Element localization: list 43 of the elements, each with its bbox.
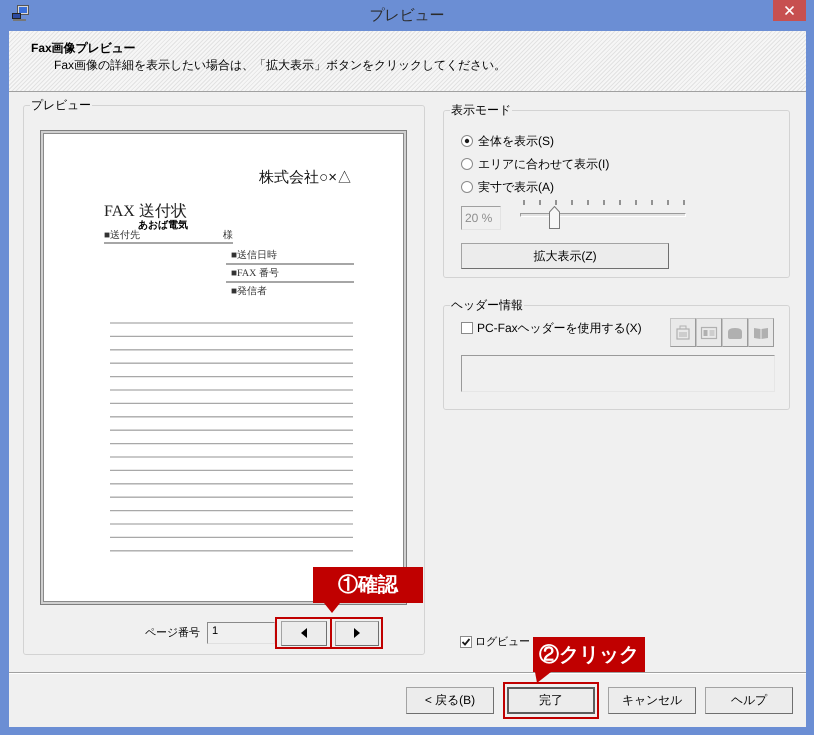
close-icon [785, 6, 794, 15]
header-title: Fax画像プレビュー [31, 40, 136, 56]
previous-page-button[interactable] [280, 620, 326, 646]
dialog-button[interactable]: 完了 [507, 686, 595, 714]
field-label: ■発信者 [231, 287, 268, 297]
slider-thumb[interactable] [548, 206, 560, 229]
document-title: FAX 送付状 [104, 203, 187, 220]
dialog-button[interactable]: < 戻る(B) [406, 686, 494, 714]
caret-left-icon [300, 628, 306, 638]
dialog-button[interactable]: ヘルプ [705, 686, 793, 714]
header-text-field[interactable] [461, 355, 775, 392]
toolbar-button[interactable] [696, 318, 722, 347]
company-name: 株式会社○×△ [259, 170, 352, 186]
slider-track[interactable] [520, 206, 686, 230]
group-label: 表示モード [450, 102, 512, 118]
field-label: ■FAX 番号 [231, 269, 279, 279]
field-label: ■送付先 [104, 231, 140, 241]
zoom-in-button[interactable]: 拡大表示(Z) [461, 243, 669, 269]
radio-option[interactable]: 全体を表示(S) [461, 129, 554, 152]
callout-pointer-icon [324, 603, 340, 613]
group-label: ヘッダー情報 [450, 297, 524, 313]
field-label: ■送信日時 [231, 251, 278, 261]
callout-label: ②クリック [533, 637, 645, 672]
caret-right-icon [354, 628, 360, 638]
computer-icon [12, 5, 29, 21]
toolbar-button[interactable] [748, 318, 774, 347]
header-description: Fax画像の詳細を表示したい場合は、「拡大表示」ボタンをクリックしてください。 [54, 57, 506, 73]
callout-label: ①確認 [313, 567, 423, 603]
recipient-name: あおば電気 [138, 221, 188, 231]
checkbox-option[interactable]: PC-Faxヘッダーを使用する(X) [461, 320, 642, 336]
checkbox-option[interactable]: ログビュー [460, 635, 530, 649]
toolbar-button[interactable] [722, 318, 748, 347]
radio-option[interactable]: エリアに合わせて表示(I) [461, 152, 610, 175]
dialog-button[interactable]: キャンセル [608, 686, 696, 714]
next-page-button[interactable] [334, 620, 378, 646]
close-button[interactable] [773, 0, 806, 21]
honorific-text: 様 [223, 231, 233, 241]
page-number-field[interactable]: 1 [207, 622, 275, 644]
group-label: プレビュー [30, 97, 92, 113]
window-title: プレビュー [370, 7, 444, 25]
page-number-label: ページ番号 [145, 626, 200, 640]
radio-option[interactable]: 実寸で表示(A) [461, 175, 554, 198]
toolbar-button[interactable] [670, 318, 696, 347]
